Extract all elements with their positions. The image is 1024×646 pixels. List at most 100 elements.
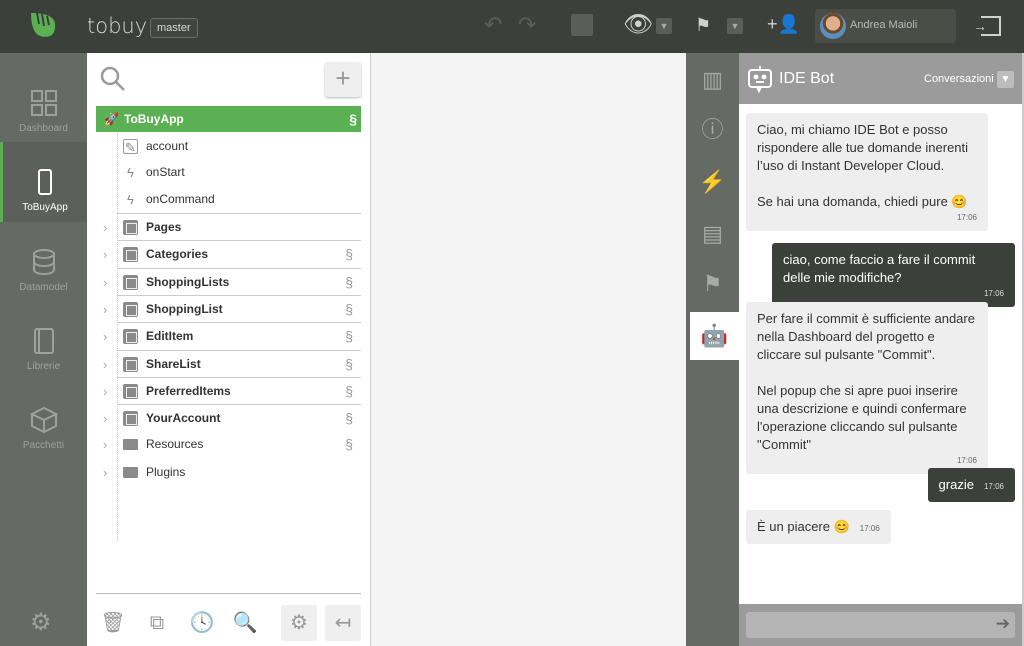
nav-dashboard[interactable]: Dashboard <box>0 63 87 143</box>
tree-item-label: Pages <box>146 220 182 234</box>
nav-tobuyapp[interactable]: ToBuyApp <box>0 142 87 222</box>
user-menu[interactable]: Andrea Maioli <box>815 9 956 43</box>
robot-icon <box>748 66 772 93</box>
eye-icon[interactable]: 👁 <box>623 10 653 39</box>
nav-datamodel[interactable]: Datamodel <box>0 222 87 302</box>
tree-item[interactable]: › YourAccount § <box>103 404 361 431</box>
message-text: grazie <box>938 477 974 492</box>
book-icon <box>33 328 54 354</box>
logout-icon[interactable]: → <box>973 16 1001 36</box>
chevron-right-icon[interactable]: › <box>103 241 107 268</box>
tree-item[interactable]: › EditItem § <box>103 322 361 349</box>
folder-icon <box>123 465 138 480</box>
chevron-down-icon[interactable]: ▼ <box>727 18 743 34</box>
tree-item[interactable]: ϟ onCommand <box>117 186 361 213</box>
tree-item[interactable]: › ShoppingLists § <box>103 267 361 295</box>
chevron-right-icon[interactable]: › <box>103 296 107 323</box>
download-icon[interactable] <box>571 14 593 36</box>
leaf-logo-icon <box>31 12 56 40</box>
tree-item-label: ShoppingList <box>146 301 223 316</box>
tree-item[interactable]: › PreferredItems § <box>103 376 361 404</box>
tree-item[interactable]: › ShoppingList § <box>103 294 361 322</box>
nav-label: Librerie <box>26 361 61 372</box>
chat-panel: IDE Bot Conversazioni ▼ Ciao, mi chiamo … <box>739 53 1022 646</box>
trash-icon[interactable]: 🗑 <box>95 605 131 641</box>
page-icon <box>123 274 138 290</box>
undo-icon[interactable]: ↶ <box>484 12 502 38</box>
tree-item[interactable]: › Categories § <box>103 240 361 267</box>
chevron-down-icon[interactable]: ▼ <box>997 71 1014 88</box>
tree-item[interactable]: › ShareList § <box>103 349 361 377</box>
chat-message-bot: Ciao, mi chiamo IDE Bot e posso risponde… <box>746 113 988 231</box>
robot-icon[interactable]: 🤖 <box>690 312 739 360</box>
search-icon[interactable] <box>100 66 126 92</box>
bolt-icon[interactable]: ⚡ <box>686 158 739 206</box>
tree-item[interactable]: › Pages <box>103 213 361 240</box>
flag-icon[interactable]: ⚑ <box>686 260 739 308</box>
nav-pacchetti[interactable]: Pacchetti <box>0 380 87 460</box>
chevron-right-icon[interactable]: › <box>103 459 107 486</box>
message-text: Per fare il commit è sufficiente andare … <box>757 311 975 452</box>
chevron-right-icon[interactable]: › <box>103 351 107 378</box>
clock-icon[interactable]: 🕓 <box>184 605 220 641</box>
tree-item-label: EditItem <box>146 329 194 344</box>
folder-icon <box>123 437 138 452</box>
redo-icon[interactable]: ↷ <box>518 12 536 38</box>
back-button[interactable]: ↤ <box>325 605 361 641</box>
add-button[interactable]: + <box>325 62 361 97</box>
tree-root-tobuyapp[interactable]: 🚀 ToBuyApp § <box>96 106 361 132</box>
avatar <box>820 13 846 39</box>
tree-item-label: Resources <box>146 437 204 452</box>
send-arrow-icon[interactable]: ➔ <box>996 614 1010 634</box>
info-icon[interactable]: ⓘ <box>686 106 739 154</box>
document-icon[interactable]: ▤ <box>686 210 739 258</box>
page-icon <box>123 247 138 263</box>
tree-item[interactable]: ✎ account <box>117 133 361 160</box>
sync-icon: § <box>345 382 353 399</box>
page-icon <box>123 220 138 235</box>
chat-message-bot: Per fare il commit è sufficiente andare … <box>746 302 988 474</box>
message-text: ciao, come faccio a fare il commit delle… <box>783 252 976 285</box>
tree-item-label: ShoppingLists <box>146 274 230 289</box>
right-tool-strip: ▥ ⓘ ⚡ ▤ ⚑ 🤖 <box>686 53 739 646</box>
chevron-down-icon[interactable]: ▼ <box>656 18 672 34</box>
chat-header: IDE Bot Conversazioni ▼ <box>739 53 1022 104</box>
add-user-icon[interactable]: +👤 <box>767 14 800 35</box>
tree-item[interactable]: ϟ onStart <box>117 159 361 186</box>
page-icon <box>123 411 138 427</box>
rocket-icon: 🚀 <box>104 112 119 126</box>
chevron-right-icon[interactable]: › <box>103 214 107 241</box>
chevron-right-icon[interactable]: › <box>103 269 107 296</box>
chat-title: IDE Bot <box>779 70 835 87</box>
bolt-icon: ϟ <box>127 192 134 207</box>
branch-badge[interactable]: master <box>150 18 198 38</box>
editor-area <box>371 53 686 646</box>
settings-button[interactable]: ⚙ <box>281 605 317 641</box>
message-time: 17:06 <box>956 213 977 222</box>
settings-gear-icon[interactable]: ⚙ <box>30 608 52 637</box>
conversations-dropdown-label[interactable]: Conversazioni <box>924 73 994 85</box>
page-icon <box>123 329 138 345</box>
nav-label: Dashboard <box>19 123 68 134</box>
add-copy-icon[interactable]: ⧉ <box>139 605 175 641</box>
tree-item[interactable]: › Resources § <box>103 431 361 458</box>
tree-item[interactable]: › Plugins <box>103 459 361 486</box>
chevron-right-icon[interactable]: › <box>103 405 107 432</box>
left-nav: Dashboard ToBuyApp Datamodel Librerie Pa… <box>0 53 87 646</box>
top-bar: tobuy master ↶ ↷ 👁 ▼ ⚑ ▼ +👤 Andrea Maiol… <box>0 0 1024 53</box>
chevron-right-icon[interactable]: › <box>103 323 107 350</box>
message-text: Ciao, mi chiamo IDE Bot e posso risponde… <box>757 122 969 209</box>
message-time: 17:06 <box>983 482 1004 491</box>
tree-item-label: onStart <box>146 165 185 179</box>
message-time: 17:06 <box>859 524 880 533</box>
chat-input[interactable] <box>746 612 1015 638</box>
find-document-icon[interactable]: 🔍 <box>227 605 263 641</box>
database-icon <box>32 249 55 276</box>
pencil-icon: ✎ <box>123 139 138 155</box>
signpost-icon[interactable]: ⚑ <box>695 15 711 36</box>
page-icon <box>123 383 138 399</box>
nav-librerie[interactable]: Librerie <box>0 301 87 381</box>
panel-toggle-icon[interactable]: ▥ <box>686 56 739 104</box>
chevron-right-icon[interactable]: › <box>103 378 107 405</box>
chevron-right-icon[interactable]: › <box>103 431 107 458</box>
